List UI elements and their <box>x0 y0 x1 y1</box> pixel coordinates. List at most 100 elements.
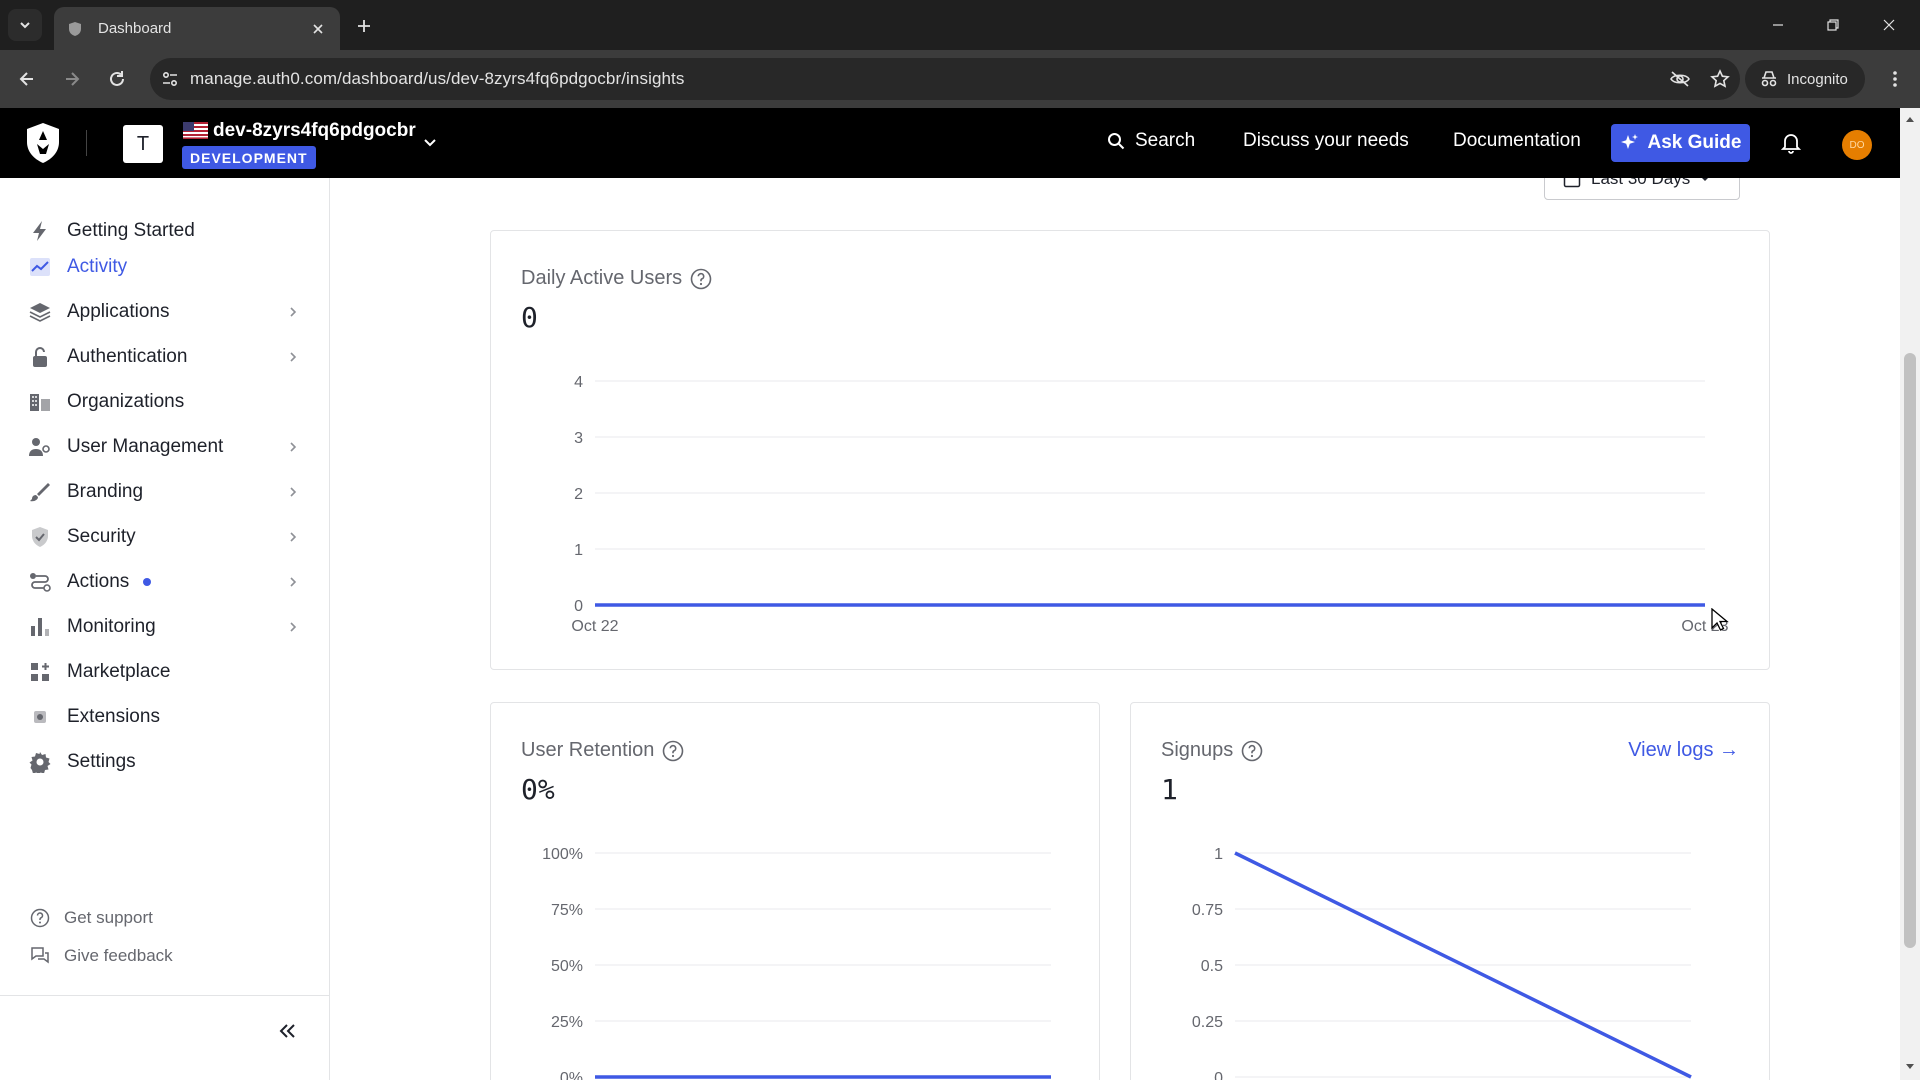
y-tick-label: 1 <box>574 542 583 559</box>
y-tick-label: 75% <box>551 902 583 919</box>
sidebar-item-activity[interactable]: Activity <box>28 249 308 285</box>
sidebar-item-label: Monitoring <box>67 616 156 637</box>
sidebar-item-security[interactable]: Security <box>28 519 308 555</box>
sidebar-item-label: Getting Started <box>67 220 195 241</box>
help-circle-icon <box>30 908 50 928</box>
bolt-icon <box>28 219 52 243</box>
window-close-button[interactable] <box>1862 0 1916 50</box>
header-divider <box>86 130 87 156</box>
sparkle-icon <box>1620 134 1638 149</box>
close-icon[interactable] <box>308 19 328 39</box>
scroll-up-arrow-icon[interactable] <box>1904 112 1916 126</box>
sidebar-item-settings[interactable]: Settings <box>28 744 308 780</box>
actions-icon <box>28 570 52 594</box>
reload-button[interactable] <box>100 62 134 96</box>
sidebar-item-branding[interactable]: Branding <box>28 474 308 510</box>
site-info-icon[interactable] <box>150 58 190 100</box>
y-tick-label: 0 <box>1214 1070 1223 1080</box>
forward-button[interactable] <box>55 62 89 96</box>
ask-guide-button[interactable]: Ask Guide <box>1611 124 1750 162</box>
give-feedback-link[interactable]: Give feedback <box>30 941 173 971</box>
sidebar-item-label: Applications <box>67 301 170 322</box>
scrollbar-thumb[interactable] <box>1904 353 1916 948</box>
documentation-link[interactable]: Documentation <box>1453 130 1581 152</box>
url-text[interactable]: manage.auth0.com/dashboard/us/dev-8zyrs4… <box>190 69 1660 89</box>
sidebar-item-applications[interactable]: Applications <box>28 294 308 330</box>
sidebar-item-label: Organizations <box>67 391 185 412</box>
y-tick-label: 0% <box>560 1070 583 1080</box>
brush-icon <box>28 480 52 504</box>
chevron-right-icon <box>284 438 302 456</box>
collapse-sidebar-button[interactable] <box>274 1018 300 1044</box>
puzzle-icon <box>28 705 52 729</box>
sidebar-item-label: Settings <box>67 751 136 772</box>
sidebar-divider <box>0 995 330 996</box>
user-retention-card: User Retention 0% 0% 25% 50% 75% 100% <box>490 702 1100 1080</box>
y-tick-label: 100% <box>542 846 583 863</box>
tab-search-button[interactable] <box>8 9 42 41</box>
incognito-indicator[interactable]: Incognito <box>1745 60 1865 98</box>
chevrons-left-icon <box>279 1024 295 1038</box>
minimize-button[interactable] <box>1751 0 1805 50</box>
sidebar-item-organizations[interactable]: Organizations <box>28 384 308 420</box>
y-tick-label: 0.5 <box>1201 958 1223 975</box>
new-tab-button[interactable] <box>350 12 378 40</box>
chevron-right-icon <box>284 618 302 636</box>
signups-card: Signups View logs → 1 0 0.25 0.5 0.75 1 <box>1130 702 1770 1080</box>
minimize-icon <box>1773 24 1783 26</box>
more-vertical-icon <box>1893 71 1897 87</box>
sidebar-item-marketplace[interactable]: Marketplace <box>28 654 308 690</box>
user-retention-chart: 0% 25% 50% 75% 100% <box>542 846 1051 1080</box>
shield-icon <box>66 20 84 38</box>
sidebar-item-authentication[interactable]: Authentication <box>28 339 308 375</box>
user-avatar[interactable]: DO <box>1842 130 1872 160</box>
scroll-down-arrow-icon[interactable] <box>1904 1060 1916 1074</box>
address-bar[interactable]: manage.auth0.com/dashboard/us/dev-8zyrs4… <box>150 58 1740 100</box>
back-button[interactable] <box>10 62 44 96</box>
bell-icon[interactable] <box>1778 130 1804 156</box>
daily-active-users-chart: 01234Oct 22 Oct 23 <box>571 374 1728 635</box>
chevron-right-icon <box>284 483 302 501</box>
sidebar-item-label: User Management <box>67 436 224 457</box>
tenant-avatar[interactable]: T <box>123 125 163 163</box>
y-tick-label: 50% <box>551 958 583 975</box>
get-support-link[interactable]: Get support <box>30 903 153 933</box>
sidebar-item-label: Activity <box>67 256 128 277</box>
sidebar-item-monitoring[interactable]: Monitoring <box>28 609 308 645</box>
sidebar-item-user-management[interactable]: User Management <box>28 429 308 465</box>
sidebar-item-actions[interactable]: Actions <box>28 564 308 600</box>
activity-icon <box>28 255 52 279</box>
date-range-dropdown[interactable]: Last 30 Days <box>1544 178 1740 200</box>
tenant-switcher-chevron-icon[interactable] <box>420 132 440 152</box>
chevron-right-icon <box>284 348 302 366</box>
bookmark-star-icon[interactable] <box>1700 58 1740 100</box>
sidebar-item-label: Marketplace <box>67 661 171 682</box>
y-tick-label: 3 <box>574 430 583 447</box>
auth0-logo[interactable] <box>24 122 62 164</box>
building-icon <box>28 390 52 414</box>
page-scrollbar[interactable] <box>1900 108 1920 1080</box>
search-button[interactable]: Search <box>1107 130 1195 152</box>
users-icon <box>28 435 52 459</box>
chevron-down-icon <box>20 22 30 29</box>
restore-button[interactable] <box>1806 0 1860 50</box>
app-header: T dev-8zyrs4fq6pdgocbr DEVELOPMENT Searc… <box>0 108 1900 178</box>
incognito-icon <box>1761 71 1777 87</box>
sidebar-item-extensions[interactable]: Extensions <box>28 699 308 735</box>
daily-active-users-card: Daily Active Users 0 0 1 2 3 4 Oct 22 Oct 23 <box>490 230 1770 670</box>
tenant-name[interactable]: dev-8zyrs4fq6pdgocbr <box>213 120 416 142</box>
chevron-right-icon <box>284 303 302 321</box>
arrow-left-icon <box>19 72 33 86</box>
sidebar: Getting Started Activity Applications Au… <box>0 178 330 1080</box>
gear-icon <box>28 750 52 774</box>
sidebar-item-getting-started[interactable]: Getting Started <box>28 213 308 249</box>
browser-tab-bar: Dashboard <box>0 0 1920 50</box>
y-tick-label: 4 <box>574 374 583 391</box>
eye-off-icon[interactable] <box>1660 58 1700 100</box>
search-icon <box>1108 133 1125 150</box>
browser-tab[interactable]: Dashboard <box>54 7 340 50</box>
browser-menu-button[interactable] <box>1878 62 1912 96</box>
x-tick-label: Oct 22 <box>571 618 618 635</box>
sidebar-item-label: Actions <box>67 571 130 592</box>
discuss-needs-link[interactable]: Discuss your needs <box>1243 130 1409 152</box>
